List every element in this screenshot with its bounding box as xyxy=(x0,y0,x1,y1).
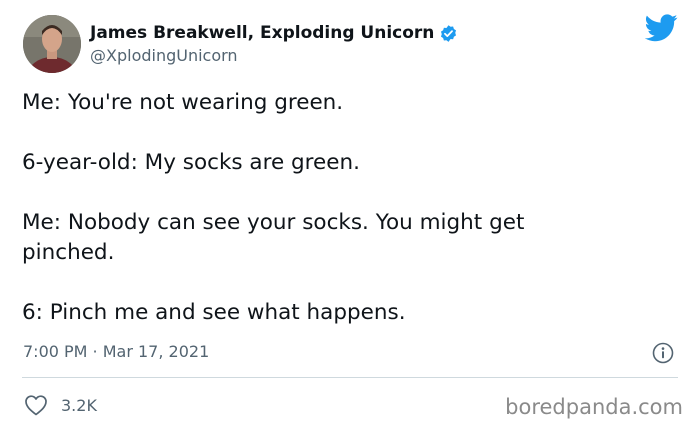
display-name[interactable]: James Breakwell, Exploding Unicorn xyxy=(90,23,434,43)
avatar[interactable] xyxy=(23,15,81,73)
info-icon[interactable] xyxy=(652,342,674,364)
like-count: 3.2K xyxy=(61,395,97,415)
watermark: boredpanda.com xyxy=(505,395,683,419)
twitter-bird-icon[interactable] xyxy=(644,14,678,42)
author-row: James Breakwell, Exploding Unicorn xyxy=(90,20,458,46)
tweet-line: Me: You're not wearing green. xyxy=(22,90,344,115)
author-handle[interactable]: @XplodingUnicorn xyxy=(90,46,238,65)
tweet-line: pinched. xyxy=(22,240,115,265)
tweet-line: 6-year-old: My socks are green. xyxy=(22,150,360,175)
divider xyxy=(22,377,678,378)
tweet-line: 6: Pinch me and see what happens. xyxy=(22,300,406,325)
heart-icon[interactable] xyxy=(24,394,48,416)
tweet-timestamp[interactable]: 7:00 PM · Mar 17, 2021 xyxy=(23,342,209,361)
tweet-text: Me: You're not wearing green. 6-year-old… xyxy=(22,88,662,328)
tweet-line: Me: Nobody can see your socks. You might… xyxy=(22,210,525,235)
verified-badge-icon xyxy=(439,24,458,43)
tweet-card: James Breakwell, Exploding Unicorn @Xplo… xyxy=(0,0,700,433)
like-button[interactable]: 3.2K xyxy=(24,394,97,416)
